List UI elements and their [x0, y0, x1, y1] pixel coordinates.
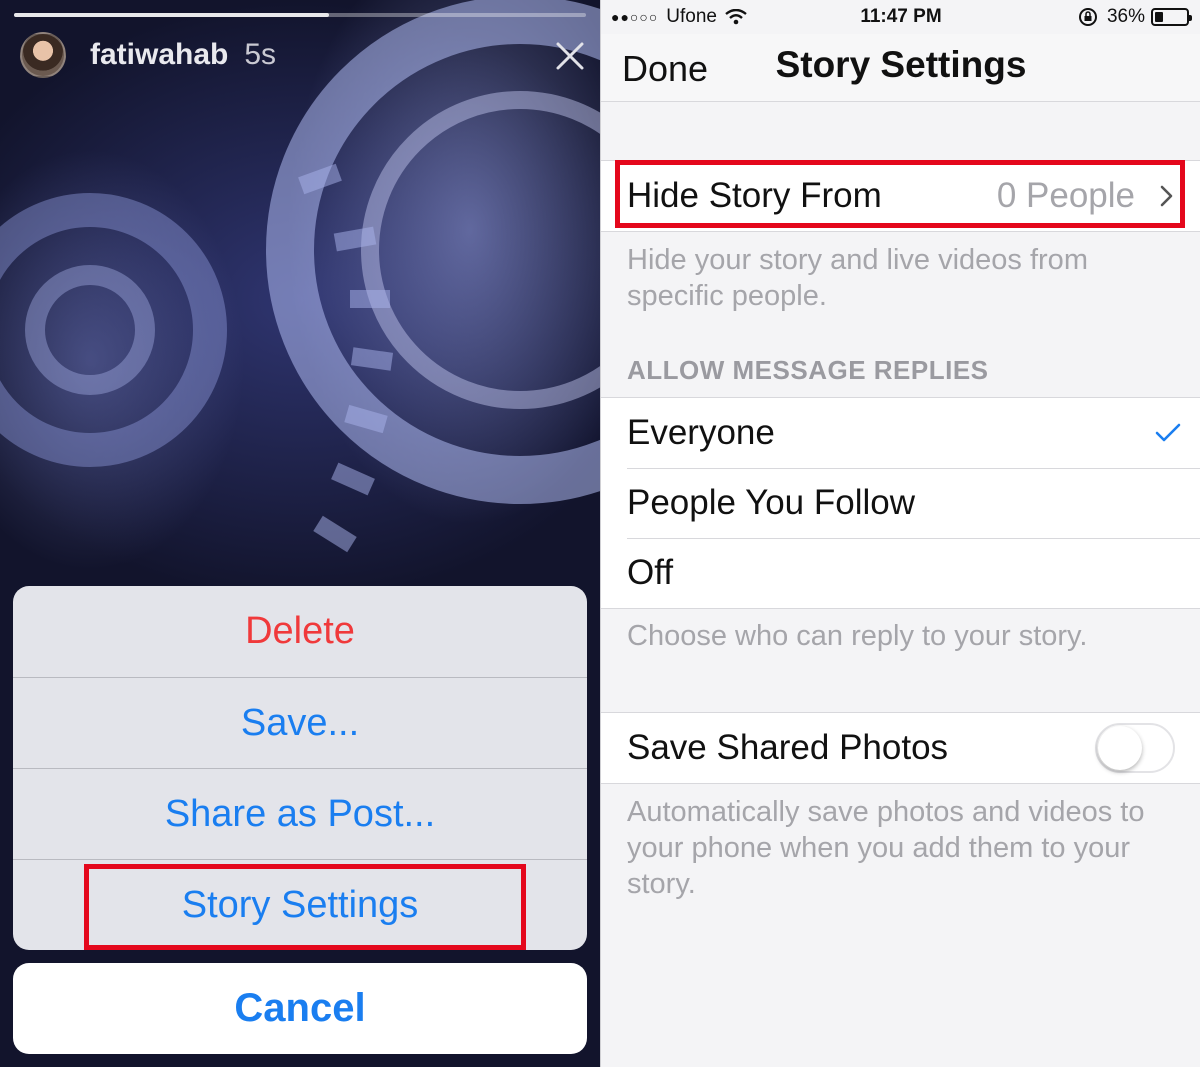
reply-option-off[interactable]: Off	[601, 538, 1200, 608]
orientation-lock-icon	[1078, 8, 1097, 26]
battery-percent: 36%	[1106, 6, 1145, 27]
reply-option-label: Off	[627, 553, 674, 592]
hide-story-group: Hide Story From 0 People	[601, 160, 1200, 232]
save-photos-description: Automatically save photos and videos to …	[627, 796, 1145, 900]
replies-section-header: ALLOW MESSAGE REPLIES	[627, 355, 989, 385]
hide-story-description: Hide your story and live videos from spe…	[627, 244, 1088, 312]
save-shared-photos-label: Save Shared Photos	[627, 728, 949, 767]
status-bar: ●●○○○ Ufone 11:47 PM 36%	[601, 0, 1200, 34]
story-settings-screen: ●●○○○ Ufone 11:47 PM 36% Done Story Sett…	[600, 0, 1200, 1067]
story-progress-fill	[14, 13, 329, 17]
toggle-knob	[1098, 726, 1142, 770]
save-shared-photos-row: Save Shared Photos	[601, 713, 1200, 783]
battery-fill	[1155, 12, 1164, 22]
story-username[interactable]: fatiwahab	[90, 38, 228, 72]
reply-option-label: Everyone	[627, 413, 775, 452]
checkmark-icon	[1155, 423, 1181, 442]
save-button[interactable]: Save...	[13, 677, 587, 768]
hide-story-from-label: Hide Story From	[627, 176, 882, 215]
save-photos-group: Save Shared Photos	[601, 712, 1200, 784]
close-icon[interactable]	[554, 40, 586, 72]
story-viewer: fatiwahab 5s Delete Save... Share as Pos…	[0, 0, 600, 1067]
save-shared-photos-toggle[interactable]	[1095, 723, 1175, 773]
hide-story-from-value: 0 People	[996, 176, 1135, 215]
replies-description: Choose who can reply to your story.	[627, 620, 1088, 652]
cancel-button[interactable]: Cancel	[13, 963, 587, 1054]
chevron-right-icon	[1160, 185, 1173, 207]
hide-story-from-row[interactable]: Hide Story From 0 People	[601, 161, 1200, 231]
reply-option-label: People You Follow	[627, 483, 915, 522]
reply-option-everyone[interactable]: Everyone	[601, 398, 1200, 468]
share-as-post-button[interactable]: Share as Post...	[13, 768, 587, 859]
page-title: Story Settings	[775, 44, 1027, 85]
navigation-bar: Done Story Settings	[601, 34, 1200, 102]
story-timestamp: 5s	[244, 38, 277, 71]
story-header: fatiwahab 5s	[20, 30, 590, 80]
action-sheet: Delete Save... Share as Post... Story Se…	[13, 586, 587, 950]
reply-option-people-you-follow[interactable]: People You Follow	[601, 468, 1200, 538]
delete-button[interactable]: Delete	[13, 586, 587, 677]
story-progress-bar	[14, 13, 586, 17]
battery-icon	[1151, 8, 1192, 26]
avatar[interactable]	[20, 32, 66, 78]
story-settings-button[interactable]: Story Settings	[13, 859, 587, 950]
message-replies-group: Everyone People You Follow Off	[601, 397, 1200, 609]
